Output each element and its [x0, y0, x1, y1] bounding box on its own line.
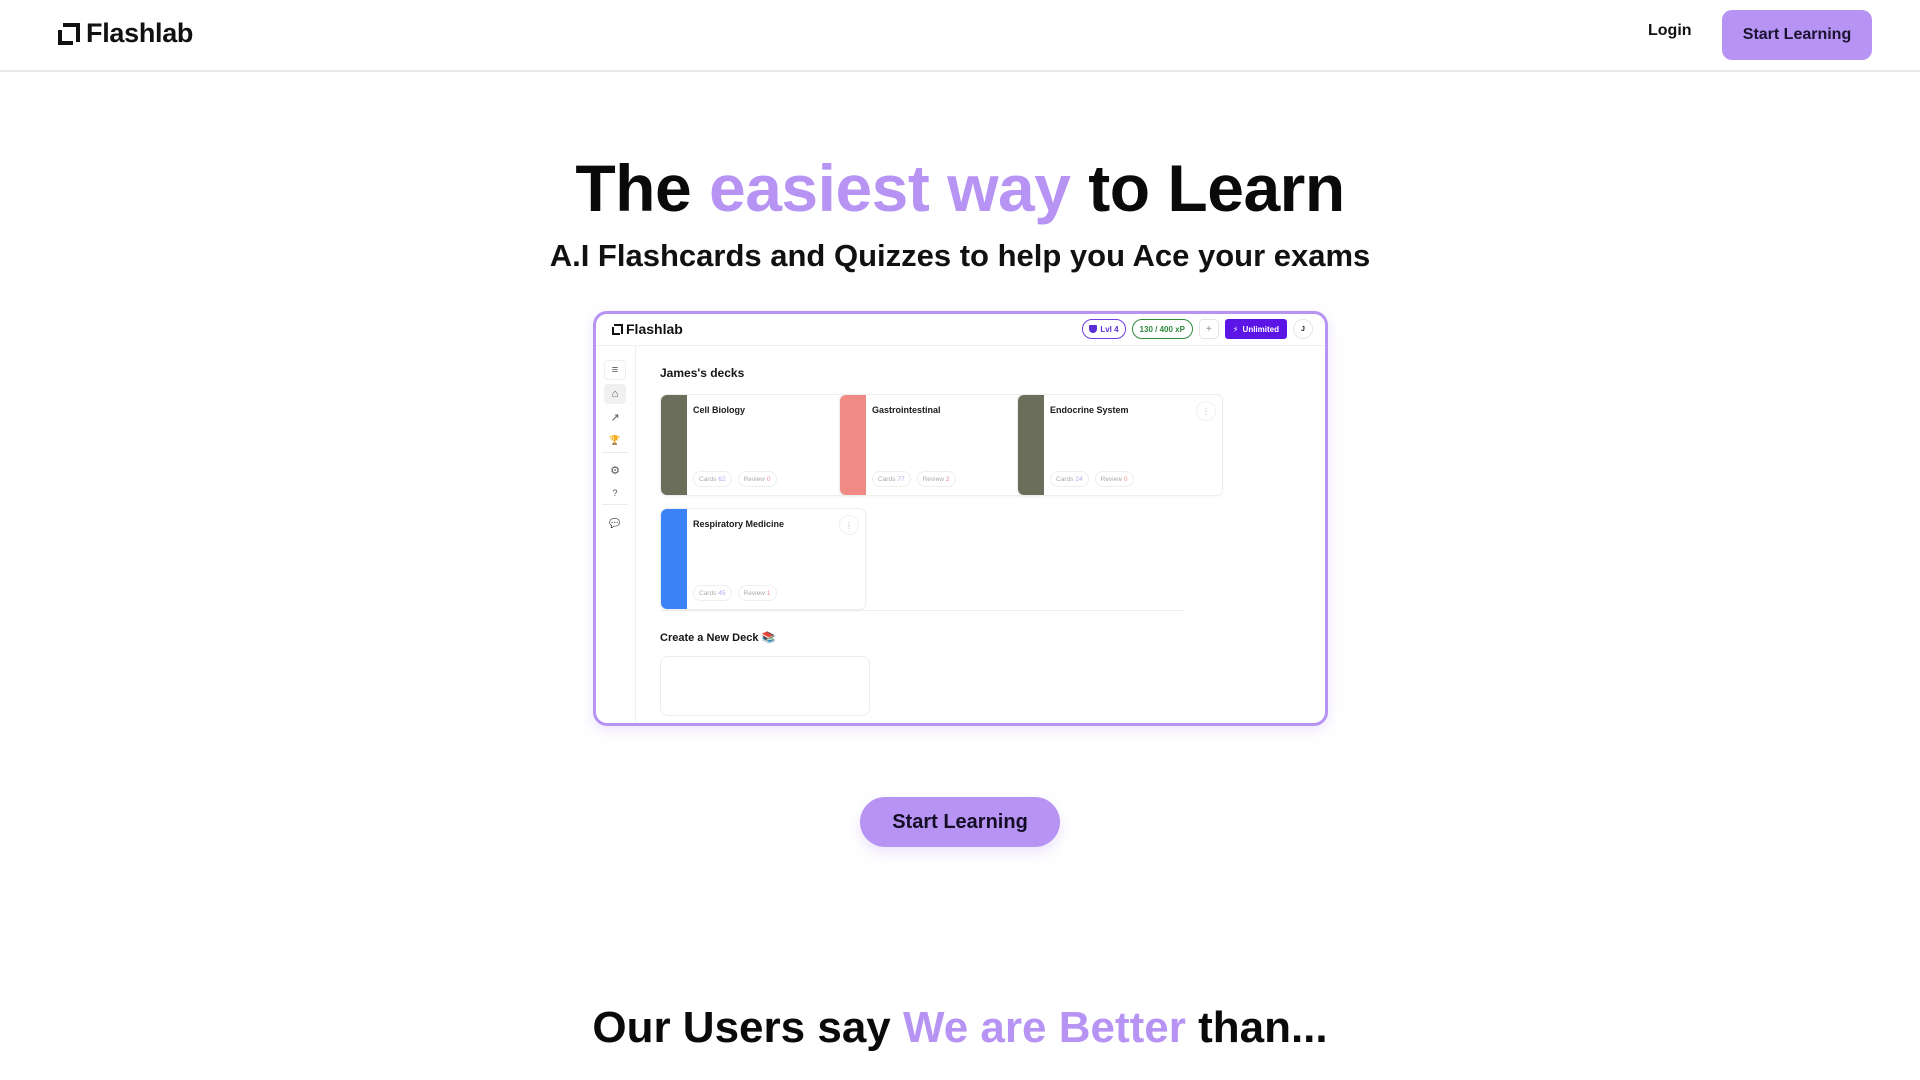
decks-title: James's decks	[660, 366, 745, 380]
testimonials-title-accent: We are Better	[902, 1003, 1186, 1052]
add-button: +	[1198, 319, 1219, 339]
mockup-sidebar: ≡ ⌂ ↗ 🏆 ⚙ ? 💬	[596, 346, 636, 723]
home-icon: ⌂	[604, 384, 626, 404]
unlimited-label: Unlimited	[1242, 324, 1279, 334]
cards-value: 62	[718, 475, 726, 483]
deck-menu-button: ⋮	[1196, 401, 1216, 421]
flashlab-logo-icon	[58, 22, 80, 45]
trending-up-icon: ↗	[610, 411, 620, 424]
deck-color-strip	[1018, 395, 1044, 495]
login-link[interactable]: Login	[1648, 22, 1692, 40]
review-count: Review 0	[737, 471, 777, 487]
deck-name: Cell Biology	[693, 405, 746, 415]
deck-color-strip	[661, 509, 687, 609]
lightning-icon: ⚡	[1232, 324, 1239, 334]
section-divider	[660, 610, 1184, 611]
hero-title: The easiest way to Learn	[0, 148, 1920, 228]
create-deck-title: Create a New Deck 📚	[660, 632, 776, 644]
mockup-main: James's decks Cell Biology ⋮ ✎ 🗑 Cards62…	[637, 346, 1325, 723]
mockup-brand-name: Flashlab	[626, 321, 683, 337]
review-value: 2	[945, 475, 950, 483]
mockup-status-pills: Lvl 4 130 / 400 xP + ⚡ Unlimited J	[1082, 319, 1313, 339]
deck-stats: Cards 45 Review 1	[693, 585, 777, 601]
deck-name: Gastrointestinal	[872, 405, 941, 415]
deck-name: Respiratory Medicine	[693, 519, 785, 529]
testimonials-title: Our Users say We are Better than...	[0, 1000, 1920, 1056]
deck-card: Respiratory Medicine ⋮ Cards 45 Review 1	[660, 508, 866, 610]
help-icon: ?	[612, 488, 618, 498]
review-value: 0	[766, 475, 771, 483]
level-badge: Lvl 4	[1082, 319, 1126, 339]
deck-stats: Cards 24 Review 0	[1050, 471, 1134, 487]
trophy-icon: 🏆	[609, 434, 621, 445]
hero-title-post: to Learn	[1070, 151, 1345, 225]
app-preview-mockup: Flashlab Lvl 4 130 / 400 xP + ⚡ Unlimite…	[593, 311, 1328, 726]
cards-label: Cards	[699, 475, 717, 483]
cards-count: Cards 45	[693, 585, 732, 601]
mockup-brand: Flashlab	[612, 321, 683, 337]
testimonials-title-pre: Our Users say	[592, 1003, 903, 1052]
deck-stats: Cards 62 Review 0	[693, 471, 777, 487]
shield-icon	[1089, 325, 1098, 333]
review-value: 1	[766, 589, 771, 597]
review-label: Review	[922, 475, 944, 483]
review-label: Review	[743, 475, 765, 483]
sidebar-divider	[602, 504, 628, 505]
review-value: 0	[1123, 475, 1128, 483]
hero-start-learning-button[interactable]: Start Learning	[860, 797, 1060, 847]
avatar: J	[1293, 319, 1313, 339]
testimonials-title-post: than...	[1185, 1003, 1328, 1052]
deck-card: Gastrointestinal ⋮ Cards77 Review2	[839, 394, 1045, 496]
review-count: Review 1	[737, 585, 777, 601]
brand-logo[interactable]: Flashlab	[58, 18, 193, 49]
cards-label: Cards	[699, 589, 717, 597]
cards-count: Cards 77	[872, 471, 911, 487]
flashlab-logo-icon	[612, 323, 623, 335]
cards-label: Cards	[1056, 475, 1074, 483]
review-count: Review 2	[916, 471, 956, 487]
hero-title-pre: The	[575, 151, 710, 225]
cards-value: 45	[718, 589, 726, 597]
review-label: Review	[1100, 475, 1122, 483]
deck-card: Cell Biology ⋮ ✎ 🗑 Cards62 Review0	[660, 394, 866, 496]
sidebar-divider	[602, 452, 628, 453]
cards-count: Cards 24	[1050, 471, 1089, 487]
deck-name: Endocrine System	[1050, 405, 1129, 415]
hero-title-accent: easiest way	[709, 151, 1071, 225]
deck-menu-button: ⋮	[839, 515, 859, 535]
cards-label: Cards	[878, 475, 896, 483]
unlimited-badge: ⚡ Unlimited	[1224, 319, 1287, 339]
chat-icon: 💬	[609, 517, 621, 528]
deck-color-strip	[840, 395, 866, 495]
cards-value: 77	[897, 475, 905, 483]
review-count: Review 0	[1094, 471, 1134, 487]
brand-name: Flashlab	[86, 18, 194, 48]
deck-card: Endocrine System ⋮ Cards 24 Review 0	[1017, 394, 1223, 496]
settings-icon: ⚙	[610, 464, 620, 477]
hero-subtitle: A.I Flashcards and Quizzes to help you A…	[549, 238, 1371, 273]
level-label: Lvl 4	[1100, 324, 1119, 334]
xp-badge: 130 / 400 xP	[1131, 319, 1193, 339]
site-header: Flashlab Login Start Learning	[0, 0, 1920, 72]
review-label: Review	[743, 589, 765, 597]
create-deck-input	[660, 656, 870, 716]
header-start-learning-button[interactable]: Start Learning	[1722, 10, 1872, 60]
deck-stats: Cards 77 Review 2	[872, 471, 956, 487]
cards-count: Cards 62	[693, 471, 732, 487]
cards-value: 24	[1075, 475, 1083, 483]
deck-color-strip	[661, 395, 687, 495]
menu-icon: ≡	[604, 360, 626, 380]
mockup-topbar: Flashlab Lvl 4 130 / 400 xP + ⚡ Unlimite…	[596, 314, 1325, 346]
